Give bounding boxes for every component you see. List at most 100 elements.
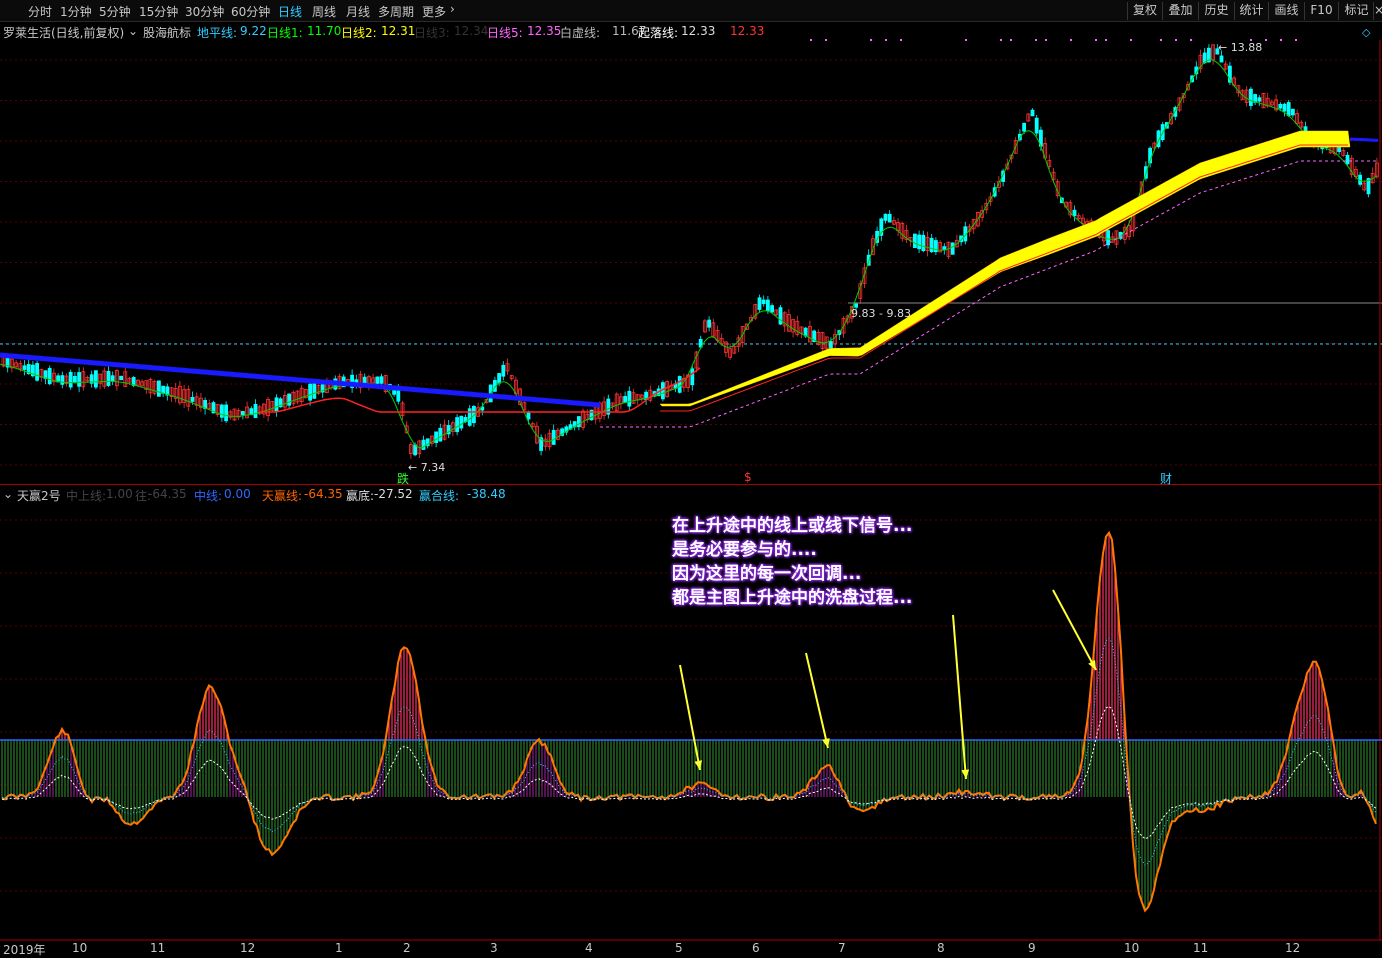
candle	[770, 305, 774, 313]
candle	[77, 372, 81, 387]
candle	[35, 363, 39, 381]
candle	[887, 213, 892, 223]
candle	[68, 371, 73, 388]
signal-dot	[1295, 39, 1297, 41]
signal-dot	[965, 39, 967, 41]
candle	[1286, 102, 1291, 117]
signal-dot	[885, 39, 887, 41]
candle	[1345, 154, 1350, 165]
candle	[921, 234, 926, 252]
candle	[1034, 117, 1039, 134]
candle	[274, 397, 279, 412]
candle	[623, 396, 627, 403]
candle	[1282, 103, 1287, 112]
candle	[161, 385, 166, 394]
candle	[917, 234, 921, 250]
candle	[929, 237, 934, 253]
candle	[497, 373, 502, 384]
axis-label-3: 12	[240, 941, 256, 955]
candle	[73, 375, 77, 384]
candle	[308, 383, 313, 401]
high-price-label: ← 13.88	[1218, 41, 1263, 54]
axis-label-12: 9	[1028, 941, 1036, 955]
candle	[1072, 209, 1077, 217]
yellow-ribbon	[659, 130, 1351, 407]
candle	[913, 233, 917, 249]
axis-label-1: 10	[72, 941, 88, 955]
signal-dot	[1035, 39, 1037, 41]
candle	[950, 242, 955, 255]
signal-dot	[1130, 39, 1132, 41]
annotation-line-3: 因为这里的每一次回调...	[672, 564, 862, 584]
candle	[190, 396, 195, 402]
candle	[467, 408, 472, 426]
avg-blue-tail	[1349, 137, 1379, 142]
candle	[421, 439, 426, 450]
candle	[1257, 97, 1262, 102]
candle	[438, 427, 443, 442]
candle	[526, 412, 531, 420]
annotation-line-2: 是务必要参与的....	[672, 540, 817, 560]
candle	[106, 370, 111, 386]
signal-dot	[1045, 39, 1047, 41]
axis-label-14: 11	[1193, 941, 1209, 955]
candle	[94, 370, 98, 388]
candle	[287, 393, 292, 406]
signal-dot	[1190, 39, 1192, 41]
candle	[766, 299, 770, 312]
candle	[375, 376, 380, 384]
yellow-arrow	[1052, 589, 1097, 671]
annotation-text: 在上升途中的线上或线下信号... 是务必要参与的.... 因为这里的每一次回调.…	[672, 514, 912, 610]
candle	[1249, 88, 1253, 106]
signal-dot	[1000, 39, 1002, 41]
candle	[677, 376, 682, 393]
candle	[47, 367, 52, 385]
axis-label-15: 12	[1285, 941, 1301, 955]
candle	[253, 404, 258, 418]
signal-dot	[1175, 39, 1177, 41]
candle	[883, 213, 888, 221]
axis-label-5: 2	[403, 941, 411, 955]
candle	[778, 307, 783, 325]
candle	[1337, 146, 1341, 152]
signal-dot	[1070, 39, 1072, 41]
annotation-line-4: 都是主图上升途中的洗盘过程...	[672, 588, 913, 608]
candle	[459, 415, 464, 429]
candle	[455, 417, 460, 433]
ma-magenta-dashed	[600, 160, 1376, 428]
signal-dot	[1265, 39, 1267, 41]
ma-green-line	[0, 59, 1378, 449]
candle	[379, 376, 384, 384]
axis-label-8: 5	[675, 941, 683, 955]
candle	[60, 375, 65, 385]
signal-dot	[1010, 39, 1012, 41]
signal-dot	[810, 39, 812, 41]
candle	[1030, 109, 1035, 117]
candle	[1291, 108, 1295, 116]
candle	[219, 404, 224, 418]
axis-label-7: 4	[585, 941, 593, 955]
kline-chart[interactable]: ◇	[0, 0, 1382, 958]
signal-dot	[825, 39, 827, 41]
signal-dot	[1160, 39, 1162, 41]
candle	[119, 375, 123, 381]
candle	[1219, 55, 1224, 63]
candle	[1278, 103, 1283, 109]
candle	[434, 431, 439, 443]
signal-marker-1: $	[744, 470, 752, 484]
candle	[707, 319, 711, 328]
candle	[110, 375, 115, 382]
candle	[757, 297, 762, 310]
axis-label-6: 3	[490, 941, 498, 955]
yellow-arrow	[805, 652, 829, 749]
candle	[627, 390, 632, 407]
signal-marker-2: 财	[1160, 472, 1173, 486]
axis-label-9: 6	[752, 941, 760, 955]
axis-label-10: 7	[838, 941, 846, 955]
candle	[551, 429, 556, 445]
axis-label-4: 1	[335, 941, 343, 955]
candle	[156, 380, 161, 397]
candle	[224, 404, 229, 422]
low-price-label: ← 7.34	[408, 461, 446, 474]
signal-dot	[900, 39, 902, 41]
